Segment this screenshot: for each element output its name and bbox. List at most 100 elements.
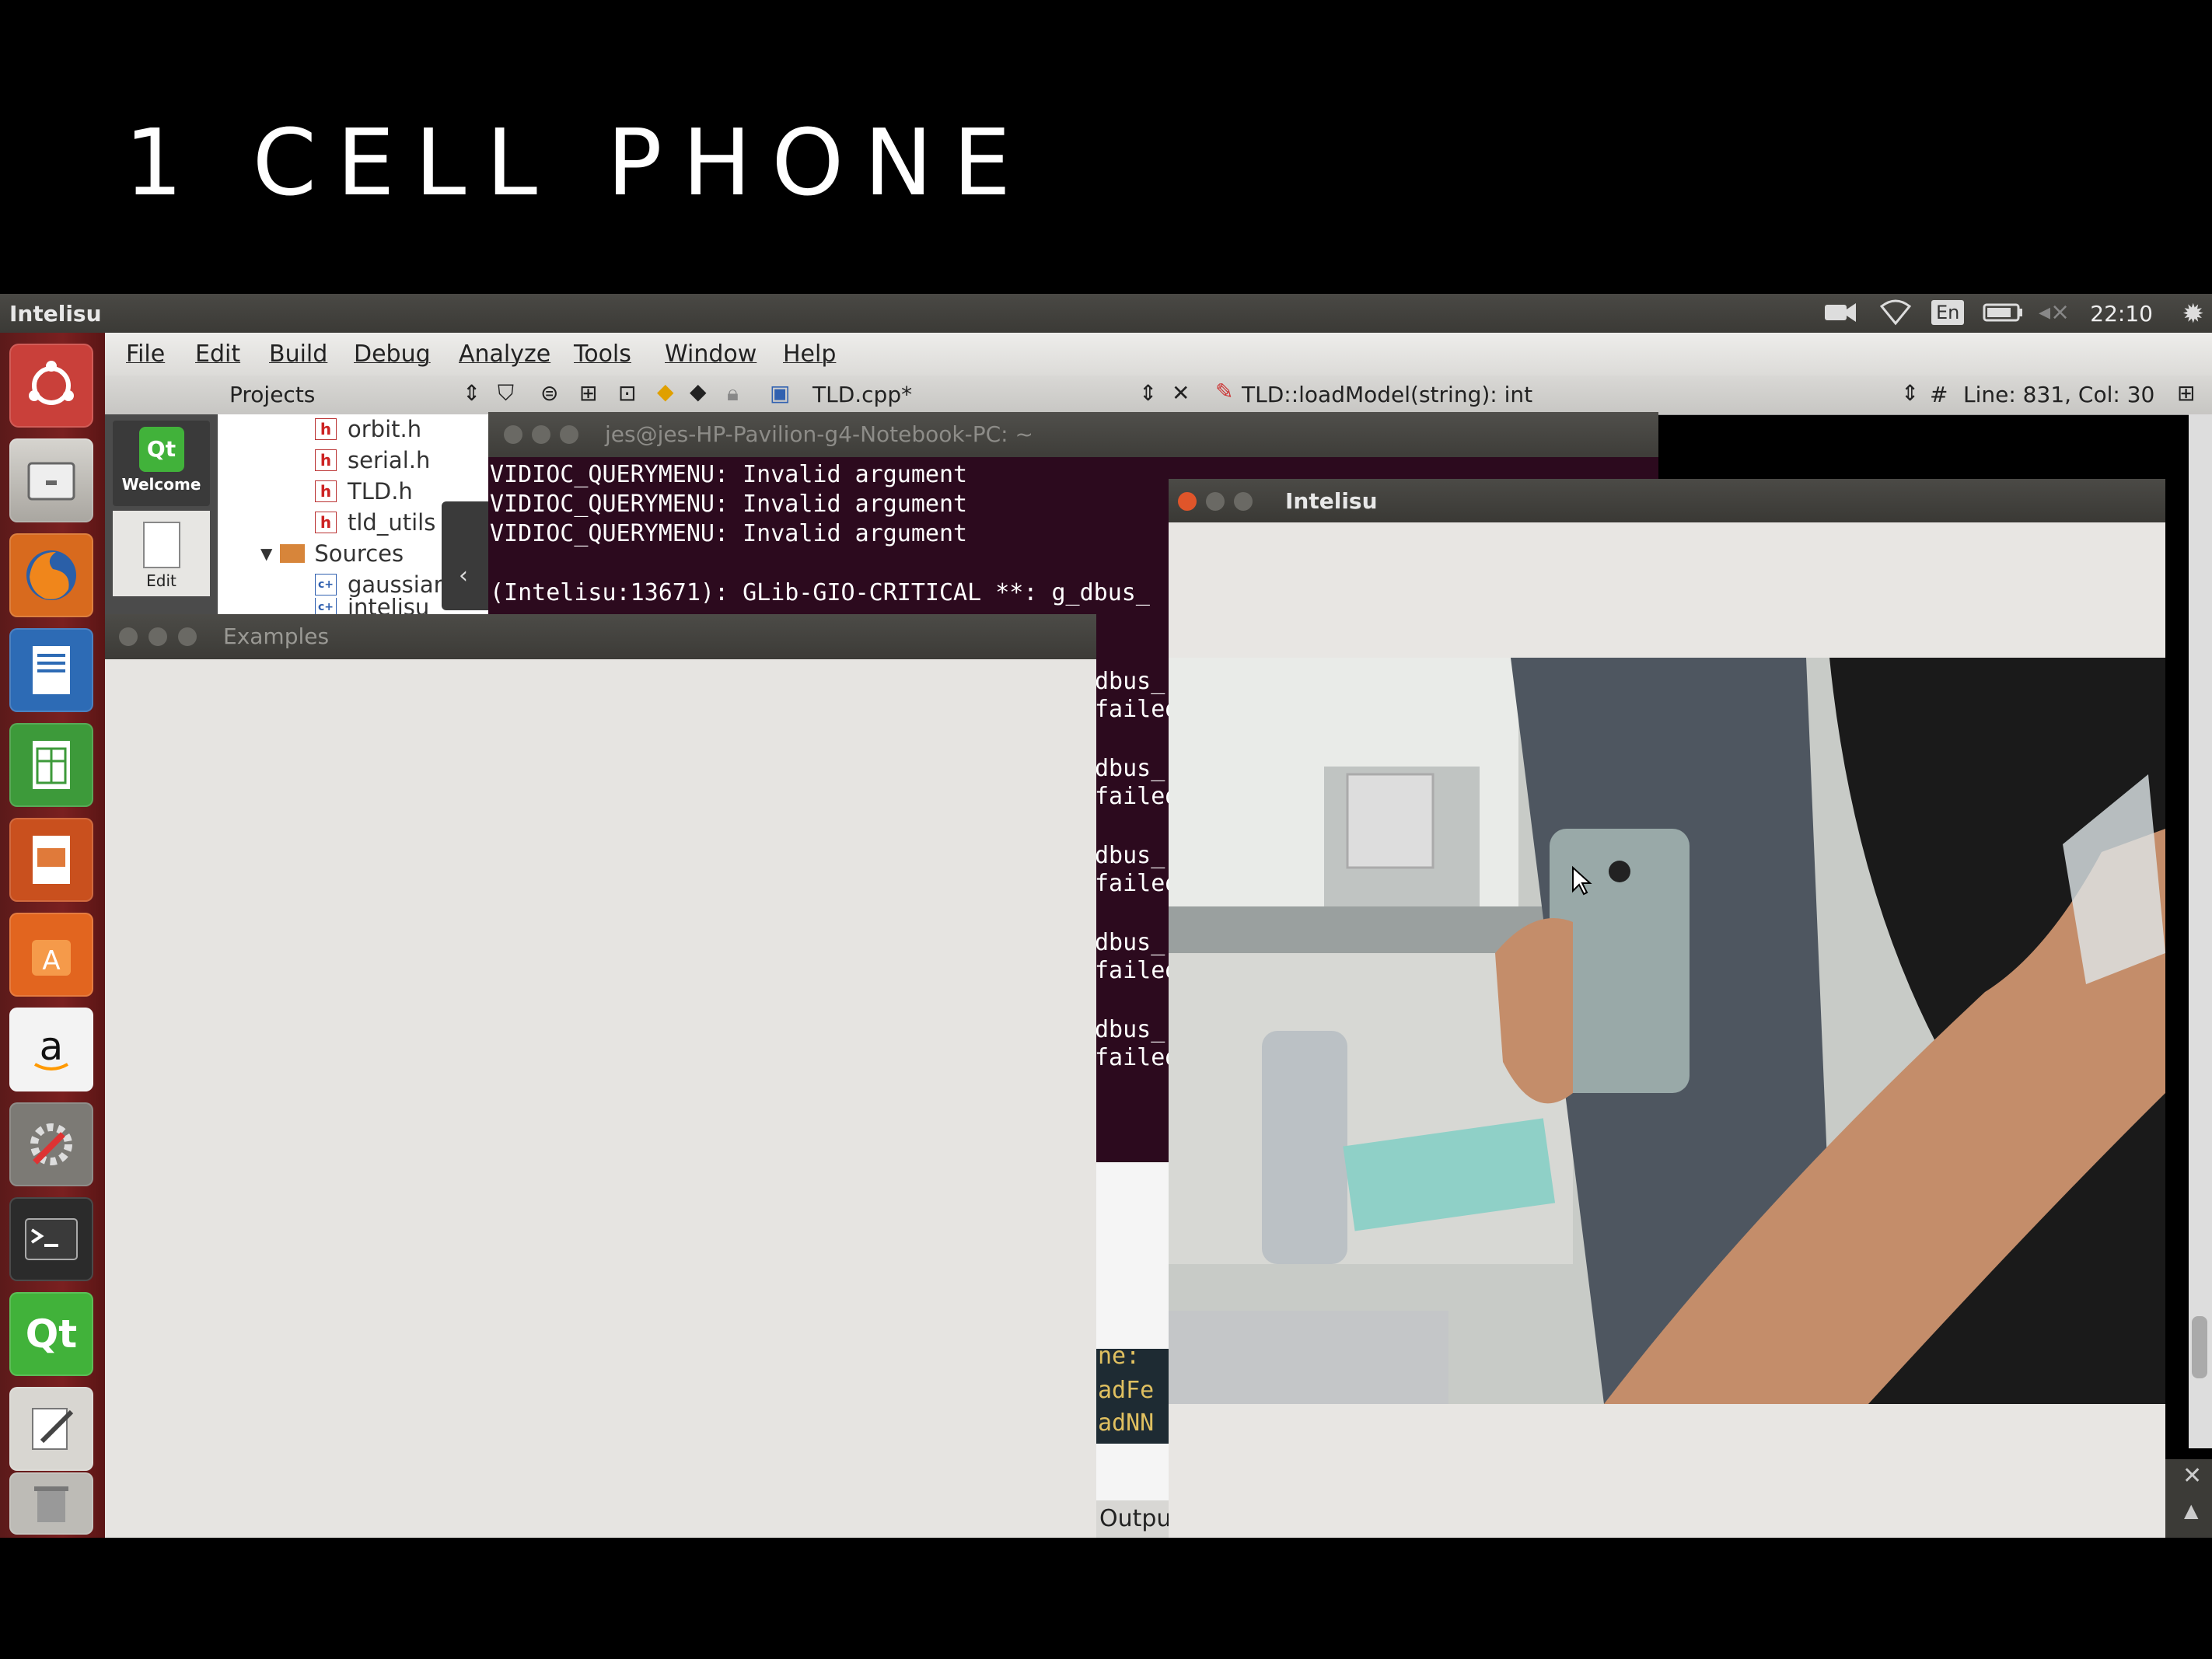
svg-text:a: a xyxy=(40,1024,64,1069)
split-editor-icon[interactable]: ⊞ xyxy=(2177,380,2195,406)
close-icon[interactable] xyxy=(504,425,522,444)
tree-file[interactable]: c+ gaussiar xyxy=(315,570,443,599)
close-icon[interactable] xyxy=(119,627,138,646)
qt-creator-icon[interactable]: Qt xyxy=(9,1292,93,1376)
clock[interactable]: 22:10 xyxy=(2090,301,2153,327)
output-tab[interactable]: Outpu xyxy=(1096,1500,1172,1538)
battery-icon[interactable] xyxy=(1983,299,2025,333)
sidebar-collapse-handle[interactable]: ‹ xyxy=(442,501,490,610)
examples-window[interactable]: Examples xyxy=(105,614,1096,1538)
intelisu-titlebar[interactable]: Intelisu xyxy=(1169,479,2165,522)
intelisu-title: Intelisu xyxy=(1285,488,1378,514)
terminal-line: failed xyxy=(1095,870,1172,897)
volume-muted-icon[interactable]: ◂× xyxy=(2039,299,2070,326)
function-selector[interactable]: TLD::loadModel(string): int xyxy=(1242,382,1532,407)
menu-file[interactable]: File xyxy=(126,341,165,368)
tree-file[interactable]: h orbit.h xyxy=(315,414,421,444)
tree-file[interactable]: h TLD.h xyxy=(315,477,413,506)
maximize-icon[interactable] xyxy=(178,627,197,646)
file-dropdown-icon[interactable]: ⇕ xyxy=(1139,380,1157,406)
code-fragment: adFe xyxy=(1098,1377,1155,1404)
close-icon[interactable] xyxy=(1178,492,1197,511)
terminal-line: failed xyxy=(1095,957,1172,984)
sort-arrows-icon[interactable]: ⇕ xyxy=(463,380,480,406)
software-center-icon[interactable]: A xyxy=(9,913,93,997)
gear-icon[interactable]: ✹ xyxy=(2182,299,2205,330)
maximize-icon[interactable] xyxy=(1234,492,1253,511)
tree-folder-sources[interactable]: ▼ Sources xyxy=(260,539,404,568)
minimize-icon[interactable] xyxy=(149,627,167,646)
firefox-icon[interactable] xyxy=(9,533,93,617)
keyboard-layout-indicator[interactable]: En xyxy=(1931,300,1965,325)
document-icon xyxy=(142,522,180,568)
dash-icon[interactable] xyxy=(9,344,93,428)
close-icon[interactable]: ✕ xyxy=(2182,1462,2202,1490)
filter-icon[interactable]: ⛉ xyxy=(498,380,514,407)
maximize-icon[interactable] xyxy=(560,425,578,444)
terminal-line: VIDIOC_QUERYMENU: Invalid argument xyxy=(490,461,968,488)
projects-selector[interactable]: Projects xyxy=(229,382,315,407)
menu-window[interactable]: Window xyxy=(665,341,757,368)
tree-file[interactable]: h tld_utils xyxy=(315,508,435,537)
link-icon[interactable]: ⊜ xyxy=(540,380,558,406)
menu-tools[interactable]: Tools xyxy=(574,341,631,368)
menu-edit[interactable]: Edit xyxy=(195,341,240,368)
tree-file-label: orbit.h xyxy=(348,416,422,442)
terminal-line: failed xyxy=(1095,783,1172,810)
hash-label: # xyxy=(1930,382,1948,407)
menu-help[interactable]: Help xyxy=(783,341,836,368)
settings-icon[interactable] xyxy=(9,1102,93,1186)
scrollbar-thumb[interactable] xyxy=(2192,1316,2207,1378)
minimize-icon[interactable] xyxy=(532,425,550,444)
back-arrow-icon[interactable]: ◆ xyxy=(657,379,674,404)
terminal-line: VIDIOC_QUERYMENU: Invalid argument xyxy=(490,491,968,518)
editor-scrollbar[interactable] xyxy=(2189,414,2212,1448)
output-tab-label: Outpu xyxy=(1099,1505,1172,1532)
header-file-icon: h xyxy=(315,480,337,502)
terminal-line: VIDIOC_QUERYMENU: Invalid argument xyxy=(490,520,968,547)
menu-debug[interactable]: Debug xyxy=(354,341,431,368)
text-editor-icon[interactable] xyxy=(9,1387,93,1471)
impress-icon[interactable] xyxy=(9,818,93,902)
menu-analyze[interactable]: Analyze xyxy=(459,341,550,368)
forward-arrow-icon[interactable]: ◆ xyxy=(690,379,707,404)
expand-triangle-icon[interactable]: ▼ xyxy=(260,544,272,563)
tree-file[interactable]: h serial.h xyxy=(315,445,430,475)
tree-folder-label: Sources xyxy=(314,540,404,567)
tree-file-label: tld_utils xyxy=(348,509,436,536)
intelisu-window[interactable]: Intelisu xyxy=(1169,479,2165,1538)
terminal-line: dbus_ xyxy=(1095,842,1165,869)
calc-icon[interactable] xyxy=(9,723,93,807)
mode-edit[interactable]: Edit xyxy=(113,511,210,596)
terminal-titlebar[interactable]: jes@jes-HP-Pavilion-g4-Notebook-PC: ~ xyxy=(488,412,1658,457)
terminal-line: dbus_ xyxy=(1095,755,1165,782)
writer-icon[interactable] xyxy=(9,628,93,712)
mode-welcome[interactable]: Qt Welcome xyxy=(113,421,210,506)
files-icon[interactable] xyxy=(9,438,93,522)
amazon-icon[interactable]: a xyxy=(9,1008,93,1091)
camera-icon[interactable] xyxy=(1823,299,1857,333)
lock-icon[interactable]: 🔒︎ xyxy=(727,380,739,407)
slide-title: 1 CELL PHONE xyxy=(124,109,1032,216)
split-icon[interactable]: ⊞ xyxy=(579,380,597,406)
wifi-icon[interactable] xyxy=(1879,299,1912,333)
top-panel: Intelisu En ◂× 22:10 ✹ xyxy=(0,294,2212,333)
tree-file-label: serial.h xyxy=(348,447,431,473)
file-tab[interactable]: TLD.cpp* xyxy=(812,382,912,407)
close-pane-icon[interactable]: ⊡ xyxy=(618,380,636,406)
trash-icon[interactable] xyxy=(9,1472,93,1535)
arrow-up-icon[interactable]: ▲ xyxy=(2184,1500,2198,1521)
camera-feed xyxy=(1169,658,2165,1404)
code-editor-fragment[interactable]: ne: adFe adNN xyxy=(1096,1162,1170,1500)
tree-file-label: TLD.h xyxy=(348,478,413,505)
minimize-icon[interactable] xyxy=(1206,492,1225,511)
terminal-line: (Intelisu:13671): GLib-GIO-CRITICAL **: … xyxy=(490,579,1150,606)
chevron-left-icon[interactable]: ‹ xyxy=(459,562,468,589)
header-file-icon: h xyxy=(315,449,337,471)
function-dropdown-icon[interactable]: ⇕ xyxy=(1901,380,1919,406)
examples-titlebar[interactable]: Examples xyxy=(105,614,1096,659)
terminal-icon[interactable] xyxy=(9,1197,93,1281)
menu-build[interactable]: Build xyxy=(269,341,327,368)
header-file-icon: h xyxy=(315,512,337,533)
close-file-icon[interactable]: ✕ xyxy=(1172,380,1190,406)
